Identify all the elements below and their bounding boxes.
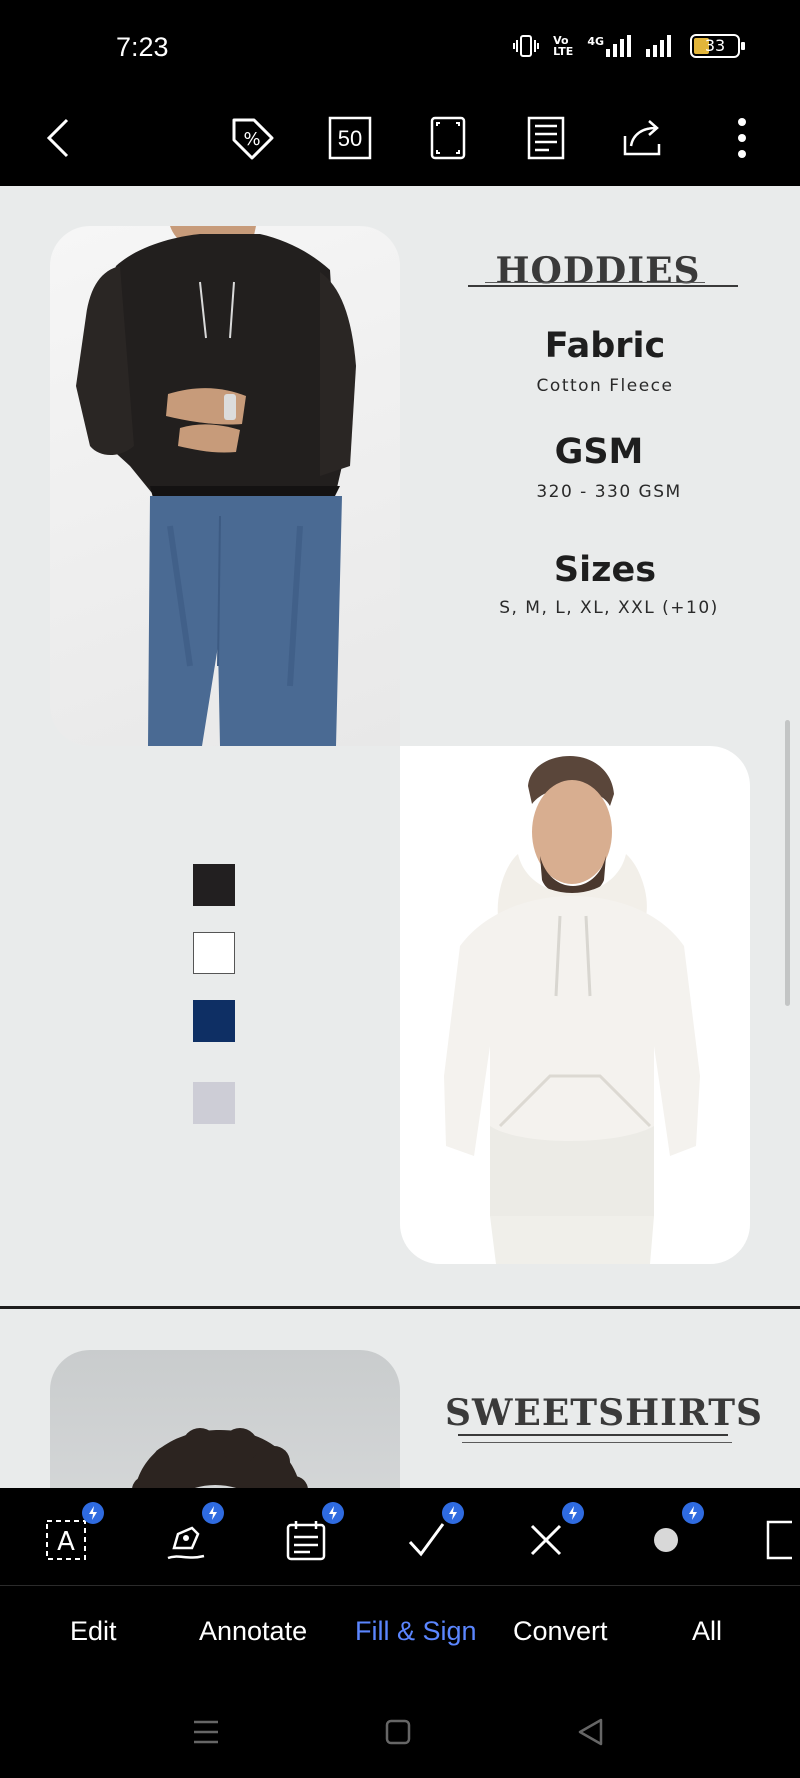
mode-tabs: Edit Annotate Fill & Sign Convert All <box>0 1586 800 1682</box>
curly-hair-figure <box>132 1428 308 1488</box>
fill-form-tool[interactable] <box>276 1502 344 1570</box>
reader-mode-icon <box>527 116 565 160</box>
status-icons: Vo LTE 4G 33 <box>513 34 745 58</box>
battery-icon: 33 <box>690 34 745 58</box>
svg-text:A: A <box>57 1527 75 1557</box>
document-viewer[interactable]: HODDIES Fabric Cotton Fleece GSM 320 - 3… <box>0 186 800 1488</box>
tab-edit[interactable]: Edit <box>70 1616 117 1647</box>
rectangle-tool[interactable] <box>756 1510 800 1570</box>
dark-hoodie-figure <box>76 226 356 746</box>
sweatshirt-photo <box>50 1350 400 1488</box>
status-time: 7:23 <box>116 32 169 62</box>
bolt-badge-icon <box>562 1502 584 1524</box>
vibrate-icon <box>513 34 540 58</box>
home-button[interactable] <box>378 1712 418 1752</box>
discount-tag-button[interactable]: % <box>222 108 282 168</box>
checkmark-tool[interactable] <box>396 1502 464 1570</box>
bolt-badge-icon <box>442 1502 464 1524</box>
spec-sizes-title: Sizes <box>553 550 657 590</box>
document-scrollbar[interactable] <box>785 720 790 1006</box>
recent-apps-button[interactable] <box>186 1712 226 1752</box>
discount-tag-icon: % <box>232 118 274 160</box>
status-bar: 7:23 Vo LTE 4G 33 <box>0 0 800 90</box>
bolt-badge-icon <box>82 1502 104 1524</box>
system-nav-bar <box>0 1682 800 1778</box>
spec-gsm-value: 320 - 330 GSM <box>536 482 682 502</box>
page-count-label: 50 <box>337 126 363 151</box>
bolt-badge-icon <box>322 1502 344 1524</box>
tab-convert[interactable]: Convert <box>513 1616 608 1647</box>
checkmark-tool-icon <box>408 1523 445 1557</box>
dot-tool[interactable] <box>636 1502 704 1570</box>
sweatshirts-underline <box>458 1434 728 1436</box>
recent-apps-icon <box>194 1720 218 1744</box>
cross-tool[interactable] <box>516 1502 584 1570</box>
volte-icon: Vo LTE <box>553 35 573 57</box>
back-nav-icon <box>578 1718 603 1746</box>
edit-text-tool[interactable]: A <box>36 1502 104 1570</box>
white-hoodie-figure <box>444 756 700 1264</box>
screen: 7:23 Vo LTE 4G 33 % 50 HODDIES Fabric Co… <box>0 0 800 1778</box>
signal-icon <box>646 35 676 57</box>
white-hoodie-photo <box>400 746 750 1264</box>
tab-annotate[interactable]: Annotate <box>199 1616 307 1647</box>
spec-sizes-value: S, M, L, XL, XXL (+10) <box>499 598 719 618</box>
bolt-badge-icon <box>682 1502 704 1524</box>
bolt-badge-icon <box>202 1502 224 1524</box>
home-icon <box>385 1719 411 1745</box>
back-nav-button[interactable] <box>570 1712 610 1752</box>
top-toolbar: % 50 <box>0 90 800 186</box>
heading-underline-thin <box>485 282 705 283</box>
annotate-pen-tool[interactable] <box>156 1502 224 1570</box>
tools-row: A <box>0 1488 800 1586</box>
tab-fill-sign[interactable]: Fill & Sign <box>355 1616 477 1647</box>
back-button[interactable] <box>28 108 88 168</box>
network-label: 4G <box>587 35 604 48</box>
back-icon <box>46 118 69 158</box>
share-button[interactable] <box>614 108 674 168</box>
svg-text:%: % <box>243 129 260 150</box>
signal-4g-icon: 4G <box>587 35 632 57</box>
annotate-pen-tool-icon <box>167 1526 205 1560</box>
color-swatch-navy <box>193 1000 235 1042</box>
sweatshirts-heading: SWEETSHIRTS <box>445 1392 764 1434</box>
spec-fabric-title: Fabric <box>544 326 666 366</box>
volte-bottom-label: LTE <box>553 45 574 58</box>
fullscreen-icon <box>430 116 466 160</box>
cross-tool-icon <box>530 1524 562 1556</box>
rectangle-tool-icon <box>766 1520 792 1560</box>
fullscreen-button[interactable] <box>418 108 478 168</box>
edit-text-tool-icon: A <box>46 1520 86 1560</box>
dot-tool-icon <box>654 1528 678 1552</box>
battery-level: 33 <box>704 36 726 55</box>
page-count-button[interactable]: 50 <box>320 108 380 168</box>
color-swatch-white <box>193 932 235 974</box>
fill-form-tool-icon <box>286 1521 326 1561</box>
reader-mode-button[interactable] <box>516 108 576 168</box>
dark-hoodie-photo <box>50 226 400 746</box>
color-swatch-black <box>193 864 235 906</box>
more-button[interactable] <box>712 108 772 168</box>
heading-underline <box>468 285 738 287</box>
sweatshirts-underline-thin <box>462 1442 732 1443</box>
more-icon <box>738 118 746 158</box>
tab-all[interactable]: All <box>692 1616 722 1647</box>
spec-gsm-title: GSM <box>554 432 644 472</box>
spec-fabric-value: Cotton Fleece <box>536 376 674 396</box>
color-swatch-grey <box>193 1082 235 1124</box>
share-icon <box>623 120 661 156</box>
